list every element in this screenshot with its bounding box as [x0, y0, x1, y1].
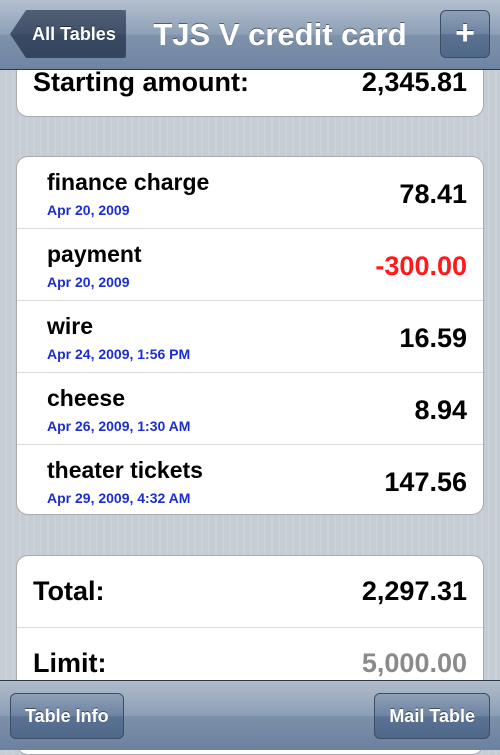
limit-label: Limit: [33, 648, 107, 678]
transaction-date: Apr 26, 2009, 1:30 AM [47, 418, 191, 434]
page-title: TJS V credit card [153, 17, 407, 52]
limit-value: 5,000.00 [361, 648, 467, 678]
transaction-amount: 78.41 [399, 179, 467, 209]
total-row[interactable]: Total: 2,297.31 [17, 556, 483, 628]
navigation-bar: All Tables TJS V credit card + [0, 0, 500, 70]
table-row[interactable]: wire Apr 24, 2009, 1:56 PM 16.59 [17, 301, 483, 373]
transaction-amount: 8.94 [414, 395, 467, 425]
table-row[interactable]: payment Apr 20, 2009 -300.00 [17, 229, 483, 301]
table-row[interactable]: finance charge Apr 20, 2009 78.41 [17, 157, 483, 229]
transaction-name: finance charge [47, 169, 210, 195]
add-entry-button[interactable]: + [440, 10, 490, 58]
table-row[interactable]: theater tickets Apr 29, 2009, 4:32 AM 14… [17, 445, 483, 514]
transaction-amount: 147.56 [384, 467, 467, 497]
transaction-name: wire [47, 313, 94, 339]
table-info-button[interactable]: Table Info [10, 693, 124, 739]
mail-table-button[interactable]: Mail Table [374, 693, 490, 739]
table-row[interactable]: cheese Apr 26, 2009, 1:30 AM 8.94 [17, 373, 483, 445]
all-tables-back-button[interactable]: All Tables [10, 10, 126, 58]
transaction-amount: 16.59 [399, 323, 467, 353]
starting-amount-value: 2,345.81 [361, 67, 467, 97]
transaction-date: Apr 29, 2009, 4:32 AM [47, 490, 191, 506]
transaction-name: cheese [47, 385, 126, 411]
transaction-date: Apr 20, 2009 [47, 202, 130, 218]
plus-icon: + [455, 14, 475, 52]
bottom-toolbar: Table Info Mail Table [0, 680, 500, 750]
total-label: Total: [33, 576, 105, 606]
starting-amount-label: Starting amount: [33, 67, 249, 97]
transaction-name: payment [47, 241, 142, 267]
transaction-date: Apr 24, 2009, 1:56 PM [47, 346, 191, 362]
transaction-date: Apr 20, 2009 [47, 274, 130, 290]
transaction-amount: -300.00 [375, 251, 467, 281]
transaction-name: theater tickets [47, 457, 203, 483]
transactions-list: finance charge Apr 20, 2009 78.41 paymen… [16, 156, 484, 515]
total-value: 2,297.31 [361, 576, 467, 606]
